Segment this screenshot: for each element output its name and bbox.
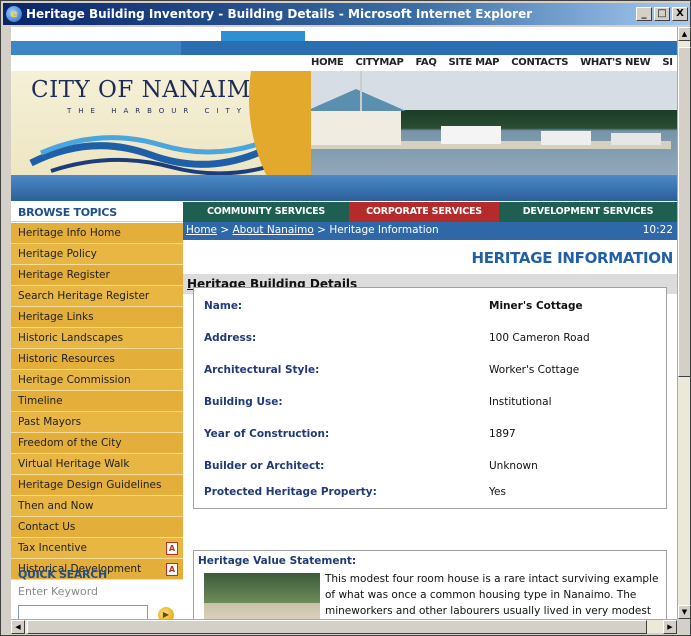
- detail-label: Name:: [204, 300, 243, 312]
- nav-truncated[interactable]: SI: [662, 57, 673, 71]
- title-bar[interactable]: e Heritage Building Inventory - Building…: [3, 3, 690, 25]
- breadcrumb-separator: >: [313, 224, 330, 236]
- sidebar-item-tax-incentive[interactable]: Tax Incentive A: [11, 538, 183, 559]
- detail-value: 1897: [489, 428, 516, 440]
- detail-row-name: Name: Miner's Cottage: [194, 292, 666, 324]
- pdf-icon: A: [166, 542, 178, 555]
- heritage-value-title: Heritage Value Statement:: [198, 555, 357, 567]
- detail-value: Institutional: [489, 396, 552, 408]
- tab-development-services[interactable]: DEVELOPMENT SERVICES: [499, 202, 677, 222]
- details-table: Name: Miner's Cottage Address: 100 Camer…: [193, 287, 667, 509]
- detail-label: Address:: [204, 332, 257, 344]
- close-button[interactable]: X: [672, 7, 688, 21]
- section-tabs: COMMUNITY SERVICES CORPORATE SERVICES DE…: [183, 202, 677, 222]
- detail-value: Worker's Cottage: [489, 364, 580, 376]
- breadcrumb-about-link[interactable]: About Nanaimo: [233, 224, 314, 236]
- ie-icon: e: [6, 6, 22, 22]
- heritage-value-section: Heritage Value Statement: This modest fo…: [193, 550, 667, 619]
- nav-faq[interactable]: FAQ: [416, 57, 437, 71]
- detail-label: Architectural Style:: [204, 364, 320, 376]
- page-title: HERITAGE INFORMATION: [471, 249, 673, 267]
- detail-value: Yes: [489, 486, 506, 498]
- tab-community-services[interactable]: COMMUNITY SERVICES: [183, 202, 349, 222]
- detail-row-year: Year of Construction: 1897: [194, 420, 666, 452]
- page-viewport: HOME CITYMAP FAQ SITE MAP CONTACTS WHAT'…: [11, 27, 677, 619]
- detail-label: Protected Heritage Property:: [204, 486, 377, 498]
- detail-label: Builder or Architect:: [204, 460, 325, 472]
- maximize-button[interactable]: □: [654, 7, 670, 21]
- detail-label: Year of Construction:: [204, 428, 330, 440]
- breadcrumb-separator: >: [217, 224, 233, 236]
- header-tab: [221, 31, 305, 41]
- sidebar-item-search-register[interactable]: Search Heritage Register: [11, 286, 183, 307]
- nav-contacts[interactable]: CONTACTS: [511, 57, 568, 71]
- detail-row-use: Building Use: Institutional: [194, 388, 666, 420]
- sidebar-item-timeline[interactable]: Timeline: [11, 391, 183, 412]
- sidebar-item-historic-resources[interactable]: Historic Resources: [11, 349, 183, 370]
- sidebar-item-heritage-info-home[interactable]: Heritage Info Home: [11, 223, 183, 244]
- detail-row-style: Architectural Style: Worker's Cottage: [194, 356, 666, 388]
- vertical-scrollbar[interactable]: ▲ ▼: [677, 27, 691, 619]
- breadcrumb-home-link[interactable]: Home: [186, 224, 217, 236]
- sidebar-item-design-guidelines[interactable]: Heritage Design Guidelines: [11, 475, 183, 496]
- browser-window: e Heritage Building Inventory - Building…: [0, 0, 691, 636]
- sidebar-item-then-and-now[interactable]: Then and Now: [11, 496, 183, 517]
- quick-search-title: QUICK SEARCH: [18, 568, 107, 581]
- scroll-down-icon[interactable]: ▼: [678, 605, 691, 619]
- scroll-right-icon[interactable]: ▶: [663, 620, 677, 634]
- sidebar-item-heritage-commission[interactable]: Heritage Commission: [11, 370, 183, 391]
- nav-sitemap[interactable]: SITE MAP: [449, 57, 500, 71]
- tab-corporate-services[interactable]: CORPORATE SERVICES: [349, 202, 499, 222]
- detail-row-address: Address: 100 Cameron Road: [194, 324, 666, 356]
- detail-row-protected: Protected Heritage Property: Yes: [194, 478, 666, 510]
- breadcrumb: Home > About Nanaimo > Heritage Informat…: [183, 222, 677, 240]
- detail-label: Building Use:: [204, 396, 283, 408]
- sidebar-item-heritage-policy[interactable]: Heritage Policy: [11, 244, 183, 265]
- nav-home[interactable]: HOME: [311, 57, 344, 71]
- top-navigation: HOME CITYMAP FAQ SITE MAP CONTACTS WHAT'…: [311, 57, 673, 71]
- detail-value: Unknown: [489, 460, 538, 472]
- cottage-photo: [204, 573, 320, 619]
- horizontal-scrollbar[interactable]: ◀ ▶: [11, 619, 677, 634]
- sidebar-item-freedom-of-city[interactable]: Freedom of the City: [11, 433, 183, 454]
- sidebar-item-heritage-links[interactable]: Heritage Links: [11, 307, 183, 328]
- time-display: 10:22: [642, 224, 673, 236]
- browse-topics-title: BROWSE TOPICS: [11, 202, 183, 222]
- window-title: Heritage Building Inventory - Building D…: [26, 7, 533, 21]
- sidebar-item-past-mayors[interactable]: Past Mayors: [11, 412, 183, 433]
- sidebar-item-historic-landscapes[interactable]: Historic Landscapes: [11, 328, 183, 349]
- sidebar-item-heritage-register[interactable]: Heritage Register: [11, 265, 183, 286]
- nav-whats-new[interactable]: WHAT'S NEW: [580, 57, 650, 71]
- header-banner: CITY OF NANAIMO THE HARBOUR CITY: [11, 71, 677, 201]
- scroll-left-icon[interactable]: ◀: [11, 620, 25, 634]
- keyword-label: Enter Keyword: [18, 585, 99, 598]
- sidebar-item-virtual-walk[interactable]: Virtual Heritage Walk: [11, 454, 183, 475]
- keyword-input[interactable]: [18, 605, 148, 619]
- heritage-value-text: This modest four room house is a rare in…: [325, 573, 659, 617]
- header-stripe: [11, 41, 181, 55]
- sidebar: Heritage Info Home Heritage Policy Herit…: [11, 223, 183, 580]
- minimize-button[interactable]: _: [636, 7, 652, 21]
- breadcrumb-current: Heritage Information: [329, 224, 439, 236]
- nav-citymap[interactable]: CITYMAP: [355, 57, 403, 71]
- detail-value: 100 Cameron Road: [489, 332, 590, 344]
- hscroll-thumb[interactable]: [27, 620, 647, 634]
- sidebar-item-contact-us[interactable]: Contact Us: [11, 517, 183, 538]
- detail-value: Miner's Cottage: [489, 300, 583, 312]
- search-go-button[interactable]: ▶: [158, 607, 174, 619]
- scroll-up-icon[interactable]: ▲: [678, 27, 691, 41]
- scroll-thumb[interactable]: [678, 47, 691, 377]
- header-bottom-bar: [11, 175, 677, 201]
